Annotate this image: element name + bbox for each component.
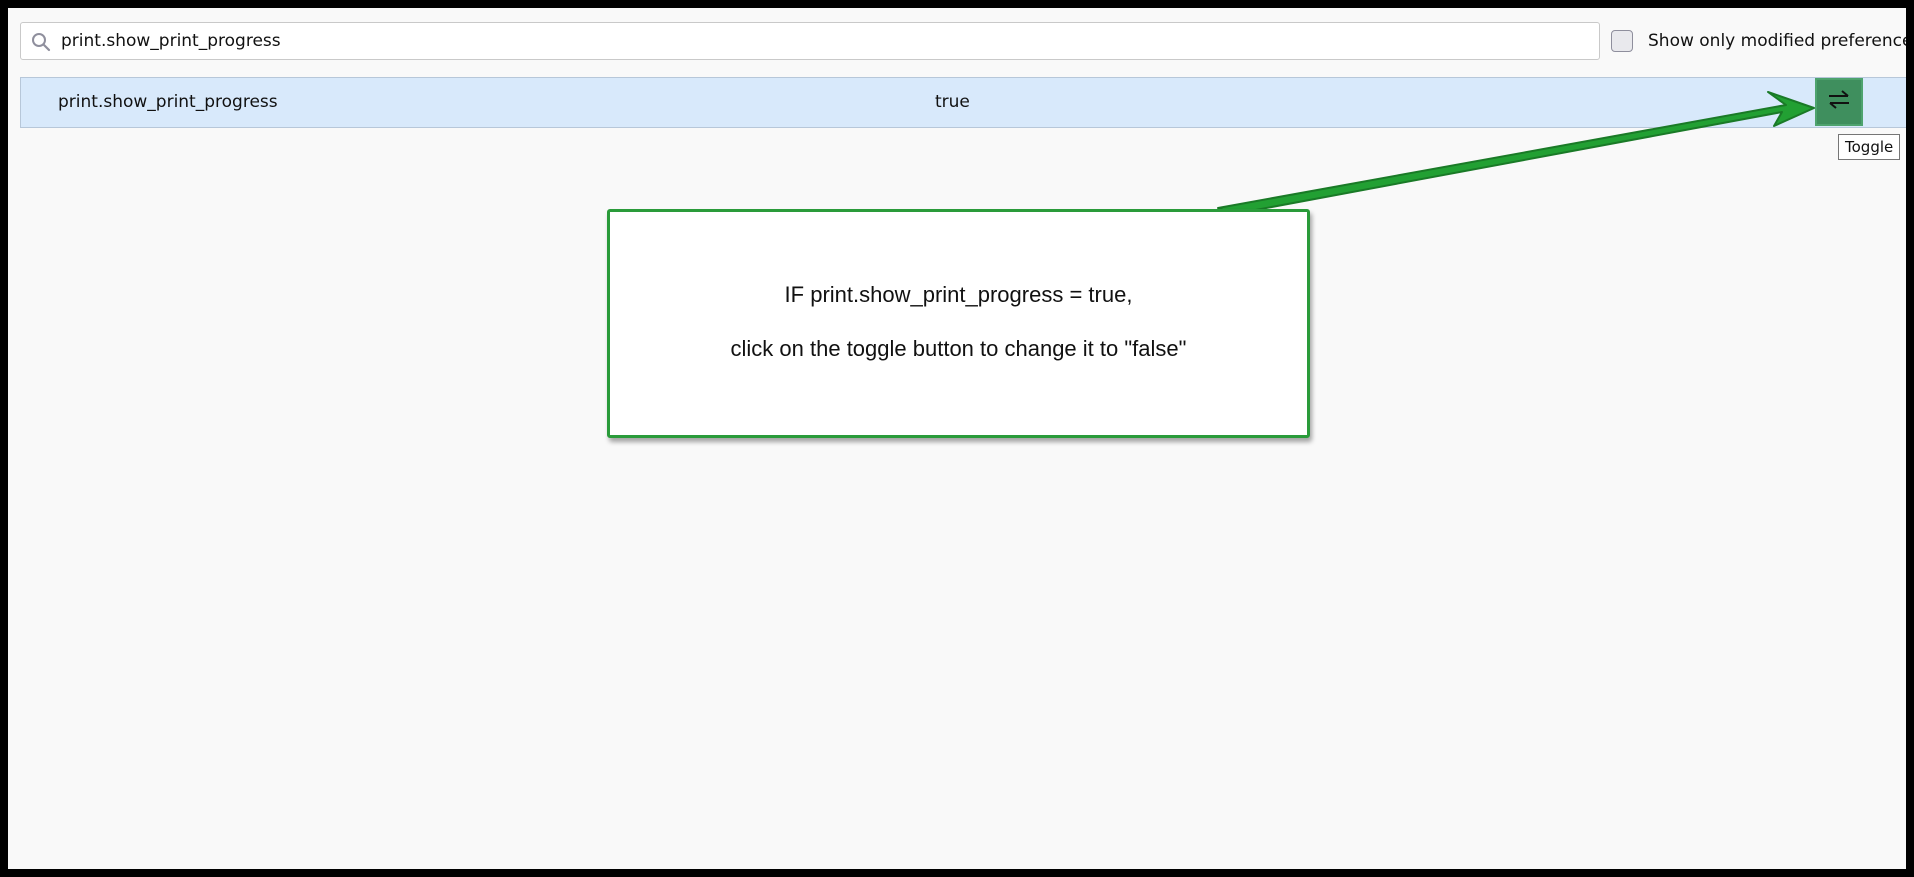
preference-value: true [935, 92, 970, 112]
show-modified-checkbox[interactable] [1611, 30, 1633, 52]
preference-row[interactable]: print.show_print_progress true [20, 77, 1906, 128]
instruction-callout: IF print.show_print_progress = true, cli… [607, 209, 1310, 438]
show-modified-label[interactable]: Show only modified preferences [1648, 31, 1906, 51]
search-input[interactable] [61, 23, 1581, 59]
callout-text-line-2: click on the toggle button to change it … [730, 336, 1187, 361]
callout-text-line-1: IF print.show_print_progress = true, [784, 282, 1133, 307]
toggle-tooltip: Toggle [1838, 134, 1901, 160]
preference-name: print.show_print_progress [58, 92, 278, 112]
about-config-page: Show only modified preferences print.sho… [8, 8, 1906, 869]
search-bar[interactable] [20, 22, 1600, 60]
swap-arrows-icon [1827, 89, 1851, 116]
toggle-button[interactable] [1815, 78, 1863, 126]
callout-arrow [1217, 91, 1815, 215]
search-icon [31, 32, 51, 52]
